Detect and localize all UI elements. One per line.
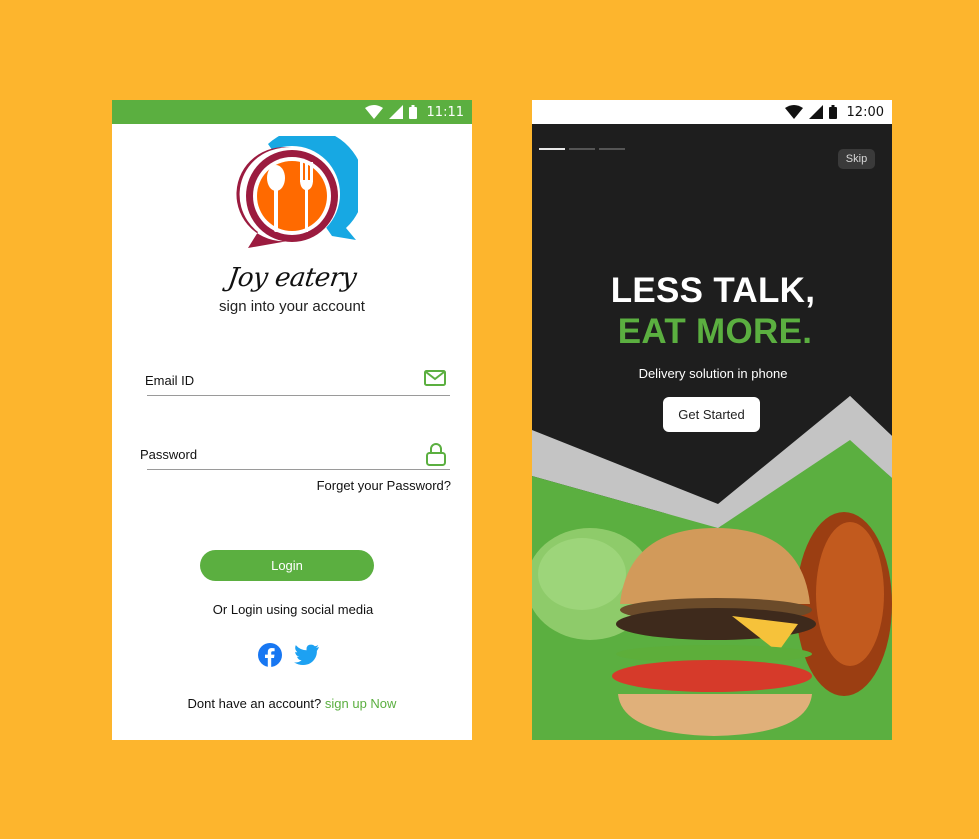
progress-step <box>539 148 565 150</box>
headline-line1: LESS TALK, <box>610 271 816 310</box>
battery-icon <box>408 105 417 119</box>
login-subtitle: sign into your account <box>219 298 365 315</box>
email-field[interactable]: Email ID <box>144 365 450 397</box>
mail-icon <box>424 370 446 386</box>
signup-prompt-text: Dont have an account? <box>187 696 322 711</box>
onboarding-progress <box>539 148 625 150</box>
onboarding-screen: 12:00 Skip LESS TALK, EAT MORE. Delivery… <box>532 100 892 740</box>
skip-button[interactable]: Skip <box>838 149 875 169</box>
login-screen: 11:11 Joy eatery sign into your account … <box>112 100 472 740</box>
food-illustration <box>532 396 892 740</box>
social-icons <box>258 643 320 667</box>
signal-icon <box>808 105 823 119</box>
password-field[interactable]: Password <box>140 440 450 472</box>
status-time: 12:00 <box>846 104 884 120</box>
wifi-icon <box>784 105 803 119</box>
twitter-icon[interactable] <box>294 644 320 666</box>
facebook-icon[interactable] <box>258 643 282 667</box>
lock-icon <box>426 443 446 466</box>
password-underline <box>147 469 450 470</box>
social-login-text: Or Login using social media <box>212 602 374 617</box>
progress-step <box>569 148 595 150</box>
forgot-password-link[interactable]: Forget your Password? <box>317 478 451 493</box>
tagline: Delivery solution in phone <box>638 366 788 381</box>
login-button[interactable]: Login <box>200 550 374 581</box>
signup-prompt: Dont have an account? sign up Now <box>112 696 472 711</box>
wifi-icon <box>364 105 383 119</box>
brand-name: Joy eatery <box>225 263 359 293</box>
signal-icon <box>388 105 403 119</box>
status-bar: 12:00 <box>532 100 892 124</box>
battery-icon <box>828 105 837 119</box>
get-started-button[interactable]: Get Started <box>663 397 760 432</box>
status-bar: 11:11 <box>112 100 472 124</box>
app-logo <box>236 136 358 248</box>
signup-link[interactable]: sign up Now <box>325 696 397 711</box>
password-label: Password <box>140 447 198 462</box>
email-underline <box>147 395 450 396</box>
headline-line2: EAT MORE. <box>617 312 813 351</box>
email-label: Email ID <box>145 373 195 388</box>
progress-step <box>599 148 625 150</box>
status-time: 11:11 <box>426 104 464 120</box>
